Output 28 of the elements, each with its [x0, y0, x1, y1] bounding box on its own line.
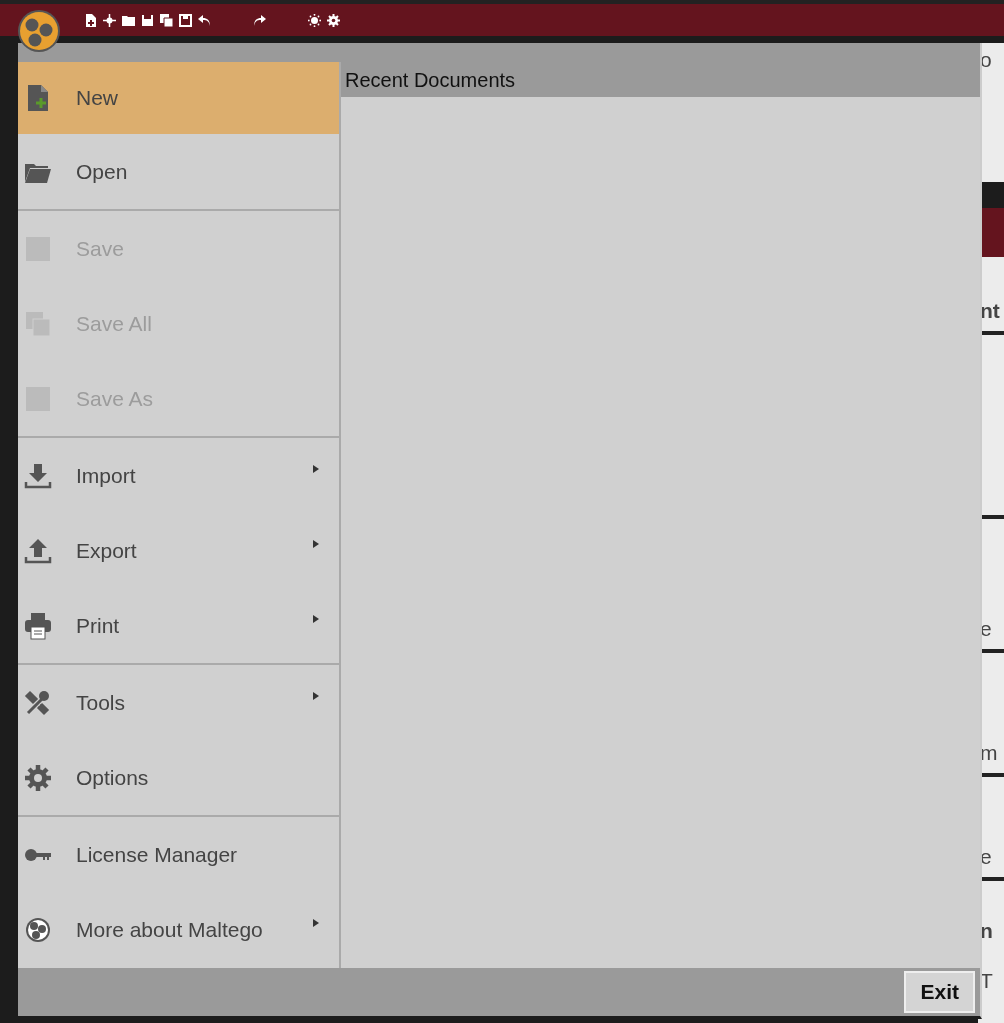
- folder-icon[interactable]: [122, 13, 135, 27]
- menu-item[interactable]: Export: [18, 513, 339, 588]
- menu-item[interactable]: Options: [18, 740, 339, 815]
- gear-icon: [24, 763, 52, 792]
- redo-icon[interactable]: [253, 13, 266, 27]
- sun-icon[interactable]: [308, 13, 321, 27]
- circles-logo-icon: [24, 915, 52, 944]
- floppy-icon[interactable]: [141, 13, 154, 27]
- menu-item[interactable]: More about Maltego: [18, 892, 339, 967]
- exit-button[interactable]: Exit: [904, 971, 975, 1013]
- printer-icon: [24, 611, 52, 640]
- download-icon: [24, 461, 52, 490]
- tools-icon: [24, 688, 52, 717]
- recent-documents-title: Recent Documents: [341, 62, 980, 97]
- menu-item[interactable]: License Manager: [18, 817, 339, 892]
- menu-item[interactable]: Import: [18, 438, 339, 513]
- document-icon[interactable]: [84, 13, 97, 27]
- crosshair-icon[interactable]: [103, 13, 116, 27]
- upload-icon: [24, 536, 52, 565]
- menu-item[interactable]: Open: [18, 134, 339, 209]
- menu-item[interactable]: Print: [18, 588, 339, 663]
- undo-icon[interactable]: [198, 13, 211, 27]
- floppy-stack-icon[interactable]: [160, 13, 173, 27]
- logo-icon[interactable]: [17, 9, 61, 53]
- floppy-icon[interactable]: [179, 13, 192, 27]
- gear-icon[interactable]: [327, 13, 340, 27]
- menu-item[interactable]: Tools: [18, 665, 339, 740]
- menu-item[interactable]: New: [18, 62, 339, 134]
